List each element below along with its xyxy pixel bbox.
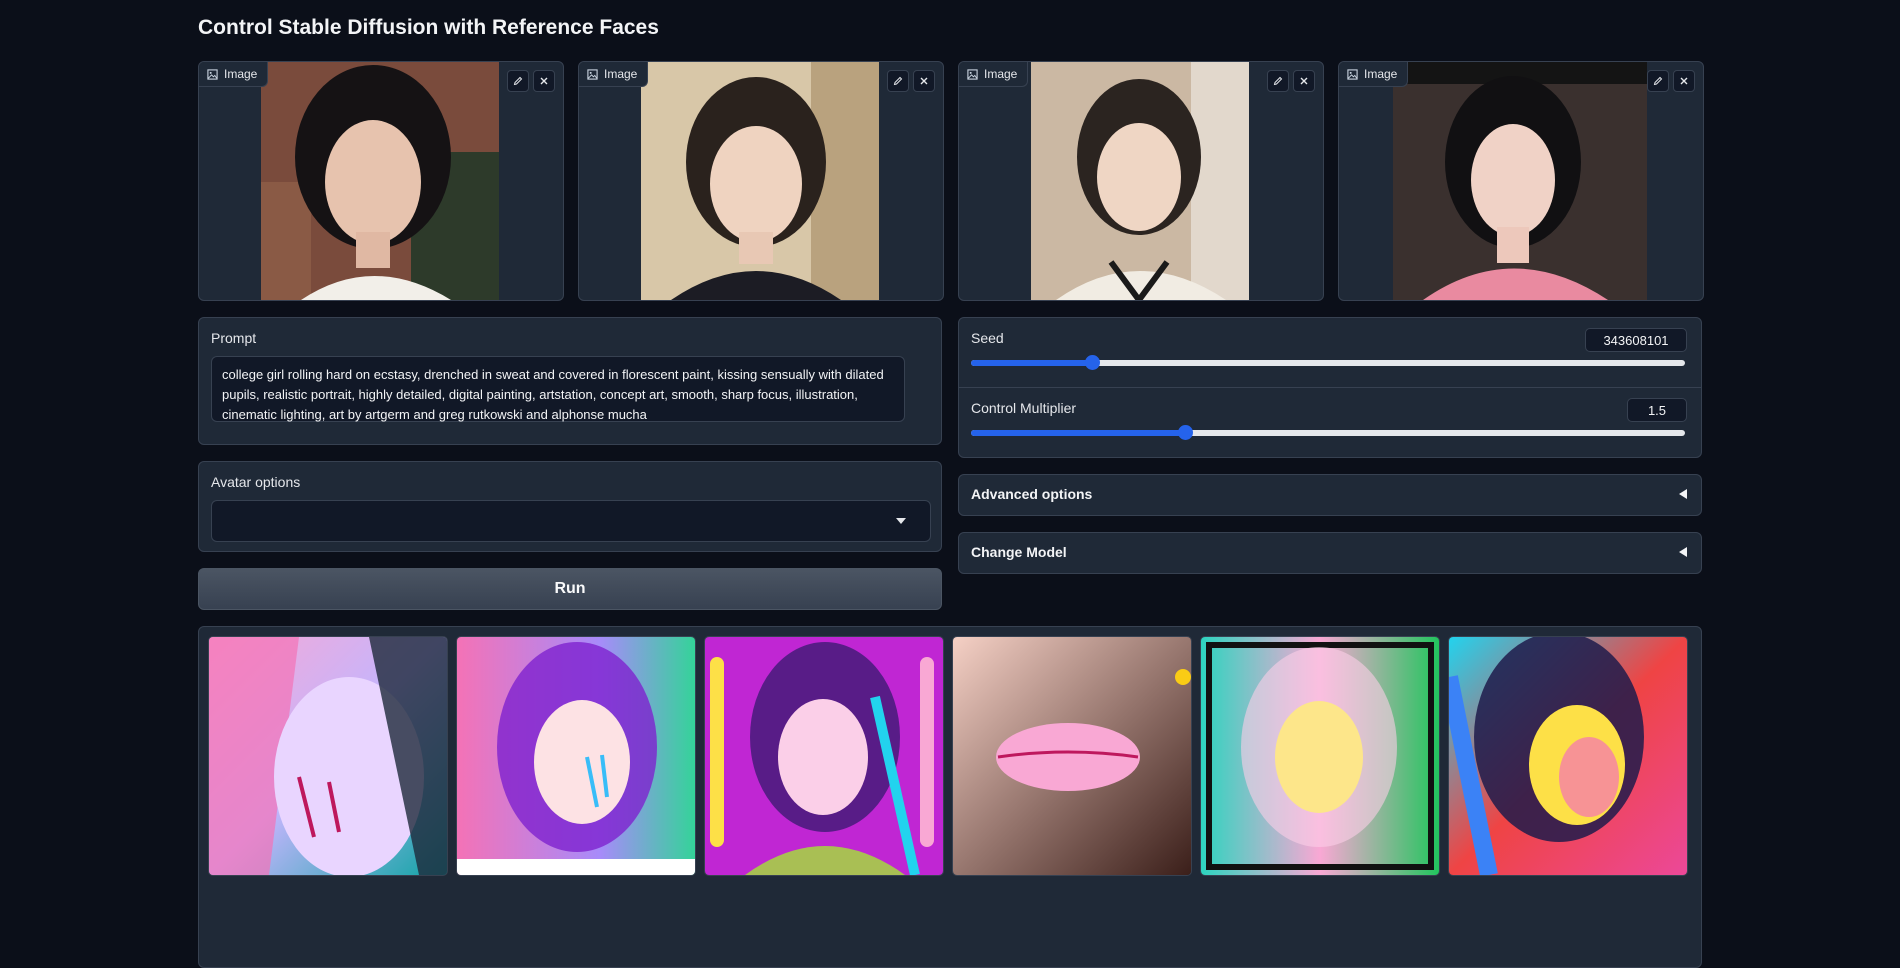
- edit-image-button[interactable]: [887, 70, 909, 92]
- gallery-image-5-art: [1201, 637, 1439, 875]
- clear-image-button[interactable]: [1673, 70, 1695, 92]
- reference-image-1[interactable]: Image: [198, 61, 564, 301]
- control-multiplier-slider[interactable]: [971, 425, 1685, 440]
- clear-image-button[interactable]: [533, 70, 555, 92]
- run-button[interactable]: Run: [198, 568, 942, 610]
- image-label-text: Image: [604, 67, 638, 81]
- reference-image-4[interactable]: Image: [1338, 61, 1704, 301]
- image-label: Image: [959, 62, 1029, 87]
- gallery-image-6-art: [1449, 637, 1687, 875]
- seed-slider-fill: [971, 360, 1093, 366]
- control-multiplier-slider-fill: [971, 430, 1186, 436]
- pencil-icon: [893, 76, 903, 86]
- control-multiplier-label: Control Multiplier: [971, 400, 1077, 416]
- seed-label: Seed: [971, 330, 1004, 346]
- edit-image-button[interactable]: [1267, 70, 1289, 92]
- reference-photo-2: [641, 62, 879, 300]
- output-gallery: [198, 626, 1702, 968]
- prompt-panel: Prompt college girl rolling hard on ecst…: [198, 317, 942, 445]
- image-icon: [967, 68, 978, 80]
- gallery-image-2[interactable]: [456, 636, 696, 876]
- reference-image-3[interactable]: Image: [958, 61, 1324, 301]
- prompt-label: Prompt: [211, 330, 257, 346]
- seed-slider[interactable]: [971, 355, 1685, 370]
- divider: [959, 387, 1701, 388]
- image-label: Image: [1339, 62, 1409, 87]
- chevron-down-icon: [896, 518, 906, 524]
- triangle-left-icon: [1679, 547, 1687, 557]
- reference-photo-3: [1031, 62, 1249, 300]
- pencil-icon: [1653, 76, 1663, 86]
- reference-photo-4: [1393, 62, 1647, 300]
- gallery-image-6[interactable]: [1448, 636, 1688, 876]
- image-label-text: Image: [1364, 67, 1398, 81]
- gallery-image-1-art: [209, 637, 447, 875]
- reference-photo-1: [261, 62, 499, 300]
- edit-image-button[interactable]: [1647, 70, 1669, 92]
- clear-image-button[interactable]: [913, 70, 935, 92]
- reference-image-2[interactable]: Image: [578, 61, 944, 301]
- close-icon: [1680, 77, 1688, 85]
- image-label-text: Image: [224, 67, 258, 81]
- image-label-text: Image: [984, 67, 1018, 81]
- control-multiplier-slider-thumb[interactable]: [1178, 425, 1194, 440]
- gallery-image-5[interactable]: [1200, 636, 1440, 876]
- advanced-options-label: Advanced options: [971, 486, 1093, 502]
- edit-image-button[interactable]: [507, 70, 529, 92]
- close-icon: [920, 77, 928, 85]
- close-icon: [1300, 77, 1308, 85]
- gallery-image-1[interactable]: [208, 636, 448, 876]
- image-label: Image: [579, 62, 649, 87]
- image-label: Image: [199, 62, 269, 87]
- sliders-panel: Seed 343608101 Control Multiplier 1.5: [958, 317, 1702, 458]
- change-model-label: Change Model: [971, 544, 1067, 560]
- change-model-accordion[interactable]: Change Model: [958, 532, 1702, 574]
- prompt-input[interactable]: college girl rolling hard on ecstasy, dr…: [211, 356, 905, 422]
- triangle-left-icon: [1679, 489, 1687, 499]
- image-icon: [587, 68, 598, 80]
- gallery-image-4[interactable]: [952, 636, 1192, 876]
- page-title: Control Stable Diffusion with Reference …: [198, 16, 659, 39]
- gallery-image-4-art: [953, 637, 1191, 875]
- pencil-icon: [1273, 76, 1283, 86]
- gallery-image-2-art: [457, 637, 695, 875]
- clear-image-button[interactable]: [1293, 70, 1315, 92]
- avatar-options-panel: Avatar options: [198, 461, 942, 552]
- gallery-image-3-art: [705, 637, 943, 875]
- control-multiplier-number-input[interactable]: 1.5: [1627, 398, 1687, 422]
- seed-number-input[interactable]: 343608101: [1585, 328, 1687, 352]
- image-icon: [207, 68, 218, 80]
- pencil-icon: [513, 76, 523, 86]
- close-icon: [540, 77, 548, 85]
- gallery-image-3[interactable]: [704, 636, 944, 876]
- seed-slider-thumb[interactable]: [1085, 355, 1101, 370]
- advanced-options-accordion[interactable]: Advanced options: [958, 474, 1702, 516]
- avatar-options-dropdown[interactable]: [211, 500, 931, 542]
- image-icon: [1347, 68, 1358, 80]
- avatar-options-label: Avatar options: [211, 474, 301, 490]
